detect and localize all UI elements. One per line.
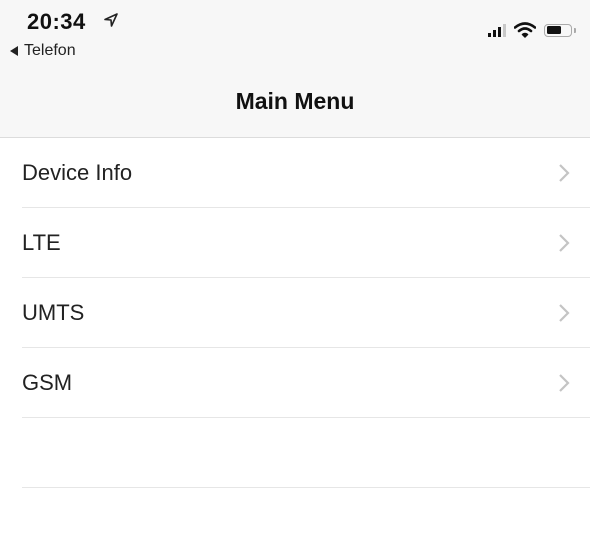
chevron-right-icon [559,163,570,182]
empty-row [22,418,590,488]
cellular-signal-icon [488,23,506,37]
menu-item-device-info[interactable]: Device Info [22,138,590,208]
menu-item-label: GSM [22,369,73,395]
menu-item-lte[interactable]: LTE [22,208,590,278]
back-to-app-button[interactable]: Telefon [10,42,76,60]
chevron-right-icon [559,373,570,392]
status-icons [488,22,576,38]
menu-item-gsm[interactable]: GSM [22,348,590,418]
main-menu-list: Device Info LTE UMTS GSM [0,138,590,488]
menu-item-label: UMTS [22,299,85,325]
chevron-right-icon [559,233,570,252]
back-app-label: Telefon [24,42,76,59]
back-triangle-icon [10,46,18,56]
status-time: 20:34 [27,9,86,34]
battery-icon [544,23,576,37]
wifi-icon [514,22,536,38]
menu-item-umts[interactable]: UMTS [22,278,590,348]
page-title: Main Menu [235,88,355,114]
navigation-bar: 20:34 Telefon Main Menu [0,0,590,138]
menu-item-label: LTE [22,229,61,255]
chevron-right-icon [559,303,570,322]
location-arrow-icon [104,13,118,27]
menu-item-label: Device Info [22,159,133,185]
